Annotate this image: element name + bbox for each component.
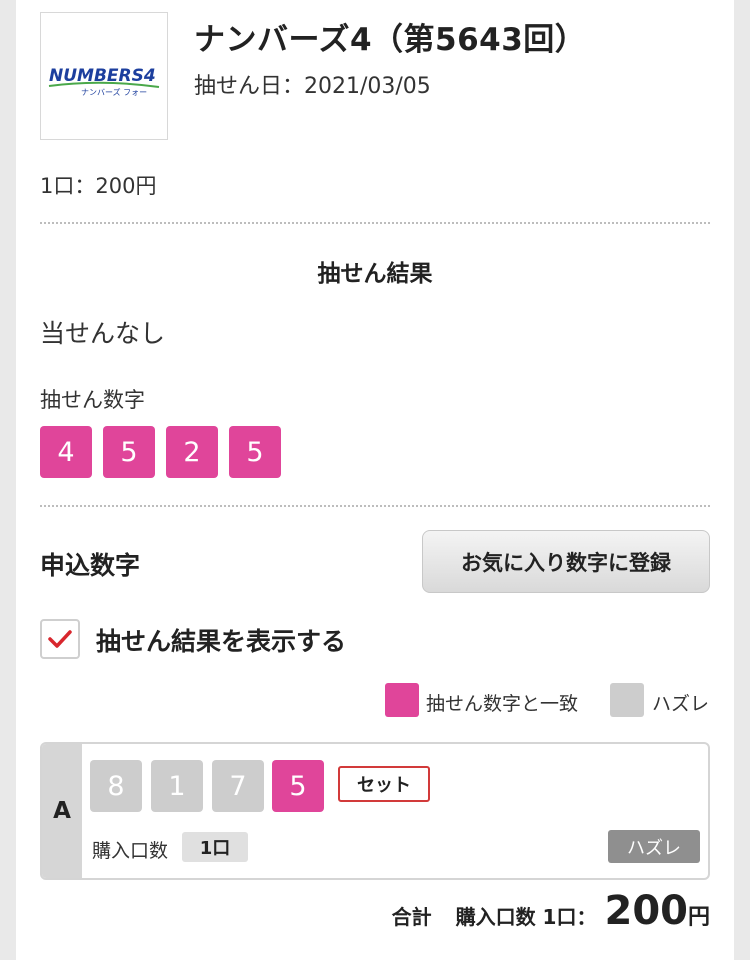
- drawn-number: 5: [229, 426, 281, 478]
- show-result-checkbox[interactable]: [40, 619, 80, 659]
- total-label: 合計: [391, 905, 432, 929]
- check-icon: [48, 630, 72, 648]
- result-status: 当せんなし: [40, 319, 166, 348]
- entry-digit: 8: [90, 760, 142, 812]
- total-qty: 購入口数 1口：: [455, 905, 597, 929]
- legend-miss-label: ハズレ: [652, 693, 710, 715]
- total-summary: 合計 購入口数 1口： 200 円: [392, 888, 710, 934]
- application-numbers-heading: 申込数字: [40, 551, 141, 580]
- show-result-label[interactable]: 抽せん結果を表示する: [96, 622, 346, 658]
- divider: [40, 505, 710, 507]
- entry-letter: A: [42, 744, 82, 878]
- entry-card: A 8 1 7 5 セット 購入口数 1口 ハズレ: [40, 742, 710, 880]
- drawn-number: 4: [40, 426, 92, 478]
- entry-digit-matched: 5: [272, 760, 324, 812]
- legend-miss-swatch: [610, 683, 644, 717]
- divider: [40, 222, 710, 224]
- add-favorite-numbers-button[interactable]: お気に入り数字に登録: [422, 530, 710, 593]
- svg-text:ナンバーズ フォー: ナンバーズ フォー: [81, 87, 147, 97]
- total-amount: 200: [604, 888, 688, 934]
- drawn-numbers-label: 抽せん数字: [40, 388, 145, 412]
- purchase-qty-badge: 1口: [182, 832, 248, 862]
- drawn-number: 5: [103, 426, 155, 478]
- draw-date: 抽せん日：2021/03/05: [194, 74, 431, 99]
- legend-match-swatch: [385, 683, 419, 717]
- numbers4-logo-image: NUMBERS4 ナンバーズ フォー: [48, 66, 160, 97]
- result-heading: 抽せん結果: [317, 261, 433, 287]
- entry-digit: 1: [151, 760, 203, 812]
- entry-digit: 7: [212, 760, 264, 812]
- result-badge: ハズレ: [608, 830, 700, 863]
- bet-type-badge: セット: [338, 766, 430, 802]
- unit-price: 1口：200円: [40, 174, 157, 198]
- numbers4-logo: NUMBERS4 ナンバーズ フォー: [40, 12, 168, 140]
- legend-match-label: 抽せん数字と一致: [426, 693, 579, 715]
- page-title: ナンバーズ4（第5643回）: [194, 22, 587, 58]
- page: NUMBERS4 ナンバーズ フォー ナンバーズ4（第5643回） 抽せん日：2…: [16, 0, 734, 960]
- purchase-qty-label: 購入口数: [92, 840, 169, 862]
- total-currency: 円: [687, 905, 710, 930]
- drawn-number: 2: [166, 426, 218, 478]
